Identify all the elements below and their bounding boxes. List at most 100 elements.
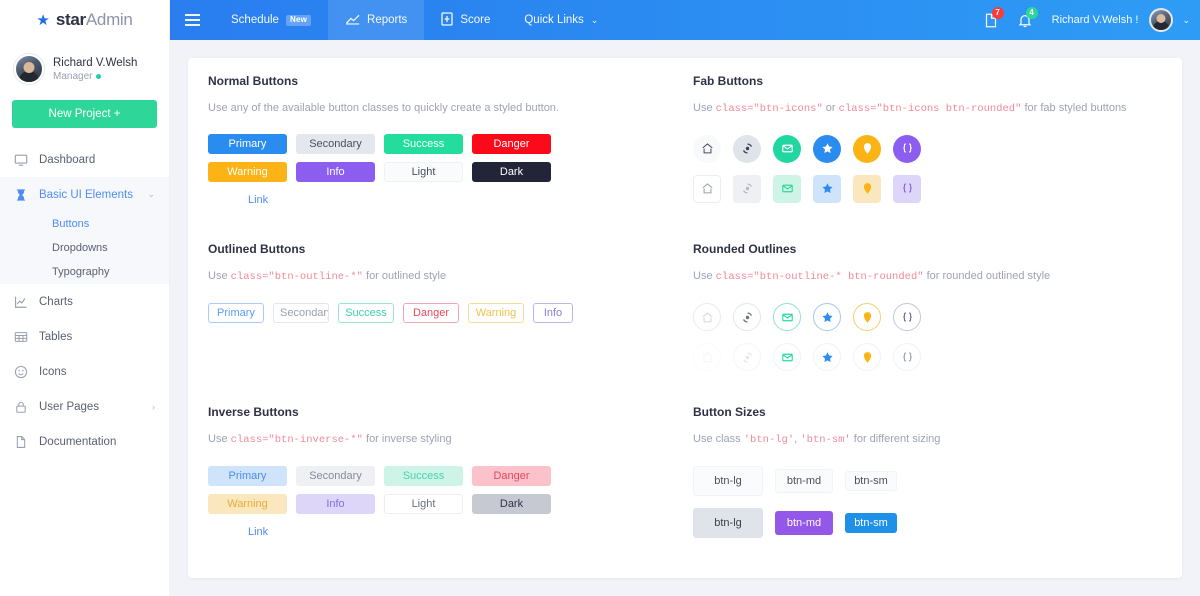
section-rounded-outlines: Rounded Outlines Use class="btn-outline-…	[693, 228, 1162, 393]
button-success[interactable]: Success	[384, 134, 463, 155]
fab-square-map-pin-button[interactable]	[853, 174, 881, 203]
outline-button-info[interactable]: Info	[533, 303, 573, 324]
map-pin-icon	[861, 142, 874, 155]
fab-star-button[interactable]	[813, 134, 841, 163]
outline-button-warning[interactable]: Warning	[468, 303, 524, 324]
sidebar-subitem-buttons[interactable]: Buttons	[0, 212, 169, 236]
home-icon	[701, 351, 714, 364]
profile-chevron-down-icon[interactable]: ⌄	[1182, 15, 1190, 26]
fab-code-braces-button[interactable]	[893, 134, 921, 163]
home-icon	[701, 311, 714, 324]
button-light[interactable]: Light	[384, 162, 463, 183]
sidebar-profile[interactable]: Richard V.Welsh Manager	[0, 40, 169, 94]
rounded-outline-faded-envelope-button[interactable]	[773, 343, 801, 372]
inverse-button-success[interactable]: Success	[384, 465, 463, 486]
button-sizes-row-2: btn-lg btn-md btn-sm	[693, 507, 1162, 538]
outline-button-secondary[interactable]: Secondary	[273, 303, 329, 324]
score-icon	[441, 11, 453, 29]
desc-post: for fab styled buttons	[1021, 102, 1127, 114]
size-button-sm-light[interactable]: btn-sm	[845, 470, 897, 491]
button-dark[interactable]: Dark	[472, 162, 551, 183]
rounded-outline-faded-home-button[interactable]	[693, 343, 721, 372]
button-link[interactable]: Link	[239, 190, 277, 210]
button-secondary[interactable]: Secondary	[296, 134, 375, 155]
outline-button-primary[interactable]: Primary	[208, 303, 264, 324]
sidebar-item-label: Dashboard	[39, 153, 96, 166]
button-info[interactable]: Info	[296, 162, 375, 183]
sidebar-item-icons[interactable]: Icons	[0, 354, 169, 389]
outlined-buttons-row: Primary Secondary Success Danger Warning…	[208, 303, 677, 324]
inverse-button-primary[interactable]: Primary	[208, 465, 287, 486]
inverse-button-dark[interactable]: Dark	[472, 493, 551, 514]
sidebar-item-charts[interactable]: Charts	[0, 284, 169, 319]
new-project-button[interactable]: New Project +	[12, 100, 157, 128]
rounded-outline-refresh-button[interactable]	[733, 303, 761, 332]
inverse-button-danger[interactable]: Danger	[472, 465, 551, 486]
fab-map-pin-button[interactable]	[853, 134, 881, 163]
fab-refresh-button[interactable]	[733, 134, 761, 163]
envelope-icon	[781, 142, 794, 155]
button-warning[interactable]: Warning	[208, 162, 287, 183]
star-icon	[821, 182, 834, 195]
navbar-user-name[interactable]: Richard V.Welsh !	[1052, 14, 1139, 26]
section-description: Use class="btn-outline-*" for outlined s…	[208, 269, 677, 285]
size-button-sm-primary[interactable]: btn-sm	[845, 512, 897, 533]
inverse-button-warning[interactable]: Warning	[208, 493, 287, 514]
inverse-button-secondary[interactable]: Secondary	[296, 465, 375, 486]
normal-buttons-row-1: Primary Secondary Success Danger	[208, 134, 677, 155]
section-inverse-buttons: Inverse Buttons Use class="btn-inverse-*…	[208, 393, 677, 560]
fab-square-refresh-button[interactable]	[733, 174, 761, 203]
rounded-outline-star-button[interactable]	[813, 303, 841, 332]
navbar-link-schedule[interactable]: Schedule New	[214, 0, 328, 40]
fab-envelope-button[interactable]	[773, 134, 801, 163]
fab-square-star-button[interactable]	[813, 174, 841, 203]
button-danger[interactable]: Danger	[472, 134, 551, 155]
sidebar-item-dashboard[interactable]: Dashboard	[0, 142, 169, 177]
code-braces-icon	[901, 182, 914, 195]
hamburger-menu-icon[interactable]	[170, 14, 214, 26]
content-area: Normal Buttons Use any of the available …	[170, 40, 1200, 596]
size-button-lg-grey[interactable]: btn-lg	[693, 507, 763, 538]
sidebar-subitem-typography[interactable]: Typography	[0, 260, 169, 284]
rounded-outline-code-braces-button[interactable]	[893, 303, 921, 332]
rounded-outline-envelope-button[interactable]	[773, 303, 801, 332]
code-braces-icon	[901, 311, 914, 324]
desc-pre: Use	[208, 270, 231, 283]
mail-button[interactable]: 7	[976, 0, 1006, 40]
rounded-outline-faded-refresh-button[interactable]	[733, 343, 761, 372]
rounded-outline-faded-star-button[interactable]	[813, 343, 841, 372]
code-braces-icon	[901, 351, 914, 364]
outline-button-danger[interactable]: Danger	[403, 303, 459, 324]
inverse-button-light[interactable]: Light	[384, 493, 463, 514]
sidebar-subitem-dropdowns[interactable]: Dropdowns	[0, 236, 169, 260]
sidebar-item-documentation[interactable]: Documentation	[0, 424, 169, 459]
navbar-link-score[interactable]: Score	[424, 0, 507, 40]
main-area: Schedule New Reports Score Quick Links ⌄…	[170, 0, 1200, 596]
button-primary[interactable]: Primary	[208, 134, 287, 155]
rounded-outline-faded-code-braces-button[interactable]	[893, 343, 921, 372]
notifications-button[interactable]: 4	[1010, 0, 1040, 40]
fab-square-code-braces-button[interactable]	[893, 174, 921, 203]
fab-square-envelope-button[interactable]	[773, 174, 801, 203]
rounded-outline-faded-map-pin-button[interactable]	[853, 343, 881, 372]
envelope-icon	[781, 351, 794, 364]
size-button-lg-light[interactable]: btn-lg	[693, 465, 763, 496]
rounded-outline-map-pin-button[interactable]	[853, 303, 881, 332]
outline-button-success[interactable]: Success	[338, 303, 394, 324]
brand-logo[interactable]: ★ starAdmin	[0, 0, 169, 40]
navbar-link-quick-links[interactable]: Quick Links ⌄	[507, 0, 615, 40]
navbar-link-label: Score	[460, 14, 491, 26]
fab-home-button[interactable]	[693, 134, 721, 163]
inverse-button-link[interactable]: Link	[239, 522, 277, 542]
rounded-outline-row-1	[693, 303, 1162, 332]
sidebar-item-user-pages[interactable]: User Pages ›	[0, 389, 169, 424]
size-button-md-light[interactable]: btn-md	[775, 468, 833, 493]
navbar-link-reports[interactable]: Reports	[328, 0, 425, 40]
navbar-avatar[interactable]	[1149, 8, 1174, 32]
sidebar-item-tables[interactable]: Tables	[0, 319, 169, 354]
fab-square-home-button[interactable]	[693, 174, 721, 203]
sidebar-item-basic-ui-elements[interactable]: Basic UI Elements ⌄	[0, 177, 169, 212]
rounded-outline-home-button[interactable]	[693, 303, 721, 332]
size-button-md-info[interactable]: btn-md	[775, 510, 833, 535]
inverse-button-info[interactable]: Info	[296, 493, 375, 514]
